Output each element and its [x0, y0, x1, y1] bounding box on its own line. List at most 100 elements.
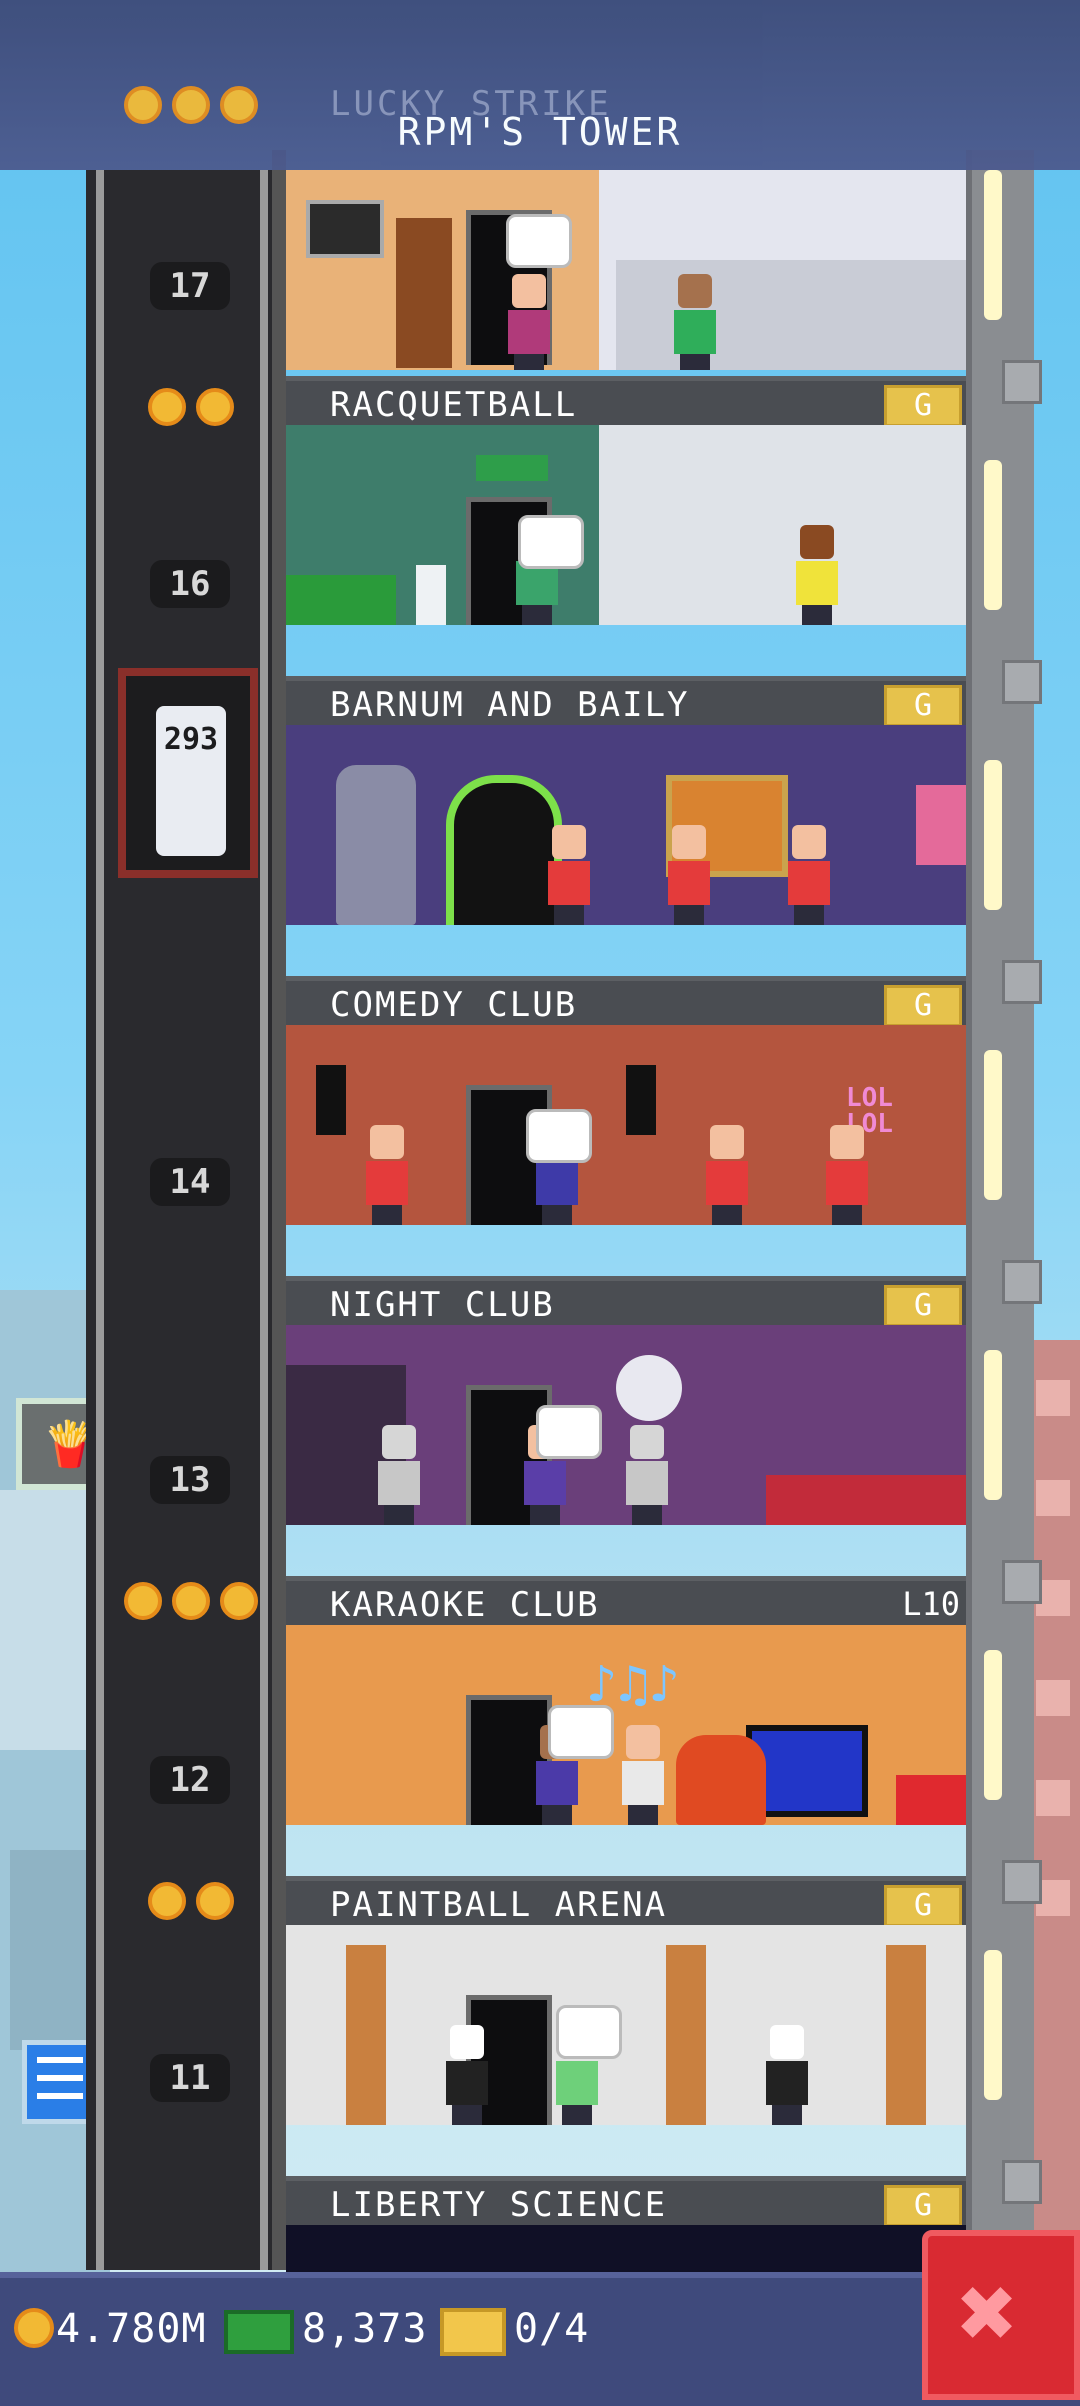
mime[interactable]	[446, 2025, 488, 2125]
floor-number-17: 17	[150, 262, 230, 310]
elevator-display: 293	[163, 722, 219, 757]
room-floor-17[interactable]	[286, 170, 966, 370]
coin-icon	[14, 2308, 54, 2348]
floor-label-paintball-arena[interactable]: PAINTBALL ARENA G	[286, 1876, 966, 1927]
floor-badge: G	[884, 2185, 962, 2227]
tower-light	[984, 760, 1002, 910]
tenant[interactable]	[508, 274, 550, 370]
elevator-car[interactable]: 293	[118, 668, 258, 878]
floor-name: COMEDY CLUB	[330, 985, 578, 1025]
tower-ledge	[1002, 1260, 1042, 1304]
speech-bubble	[518, 515, 584, 569]
floor-label-barnum-and-baily[interactable]: BARNUM AND BAILY G	[286, 676, 966, 727]
tower-wall	[272, 150, 286, 2270]
cash-icon	[224, 2310, 294, 2354]
floor-badge: G	[884, 985, 962, 1027]
floor-name: NIGHT CLUB	[330, 1285, 555, 1325]
water-cooler	[416, 565, 446, 625]
clown[interactable]	[548, 825, 590, 925]
tower-ledge	[1002, 1560, 1042, 1604]
red-armchair	[896, 1775, 966, 1825]
tower-ledge	[1002, 360, 1042, 404]
coin-reward[interactable]	[196, 388, 234, 426]
cash-count: 8,373	[302, 2306, 428, 2352]
floor-number-12: 12	[150, 1756, 230, 1804]
room-floor-14[interactable]: LOL LOL	[286, 1025, 966, 1225]
floor-label-night-club[interactable]: NIGHT CLUB G	[286, 1276, 966, 1327]
clown[interactable]	[706, 1125, 748, 1225]
visitor[interactable]	[674, 274, 716, 370]
floor-number-13: 13	[150, 1456, 230, 1504]
elevator-shaft	[86, 170, 280, 2270]
knight[interactable]	[378, 1425, 420, 1525]
coin-reward[interactable]	[148, 388, 186, 426]
disco-ball	[616, 1355, 682, 1421]
wall-board	[306, 200, 384, 258]
ticket-icon	[440, 2308, 506, 2356]
paint-pillar	[666, 1945, 706, 2125]
close-icon: ✖	[958, 2254, 1019, 2371]
floor-number-16: 16	[150, 560, 230, 608]
shelf	[396, 218, 452, 368]
knight[interactable]	[626, 1425, 668, 1525]
clown[interactable]	[366, 1125, 408, 1225]
room-floor-11[interactable]	[286, 1925, 966, 2125]
status-bar: 4.780M 8,373 0/4	[0, 2272, 1080, 2406]
tickets-count: 0/4	[514, 2306, 590, 2352]
room-floor-12[interactable]: ♪♫♪	[286, 1625, 966, 1825]
tower-ledge	[1002, 2160, 1042, 2204]
paint-pillar	[346, 1945, 386, 2125]
floor-badge: G	[884, 1285, 962, 1327]
floor-label-karaoke-club[interactable]: KARAOKE CLUB L10	[286, 1576, 966, 1625]
floor-label-liberty-science[interactable]: LIBERTY SCIENCE G	[286, 2176, 966, 2227]
coin-reward[interactable]	[124, 1582, 162, 1620]
tower-ledge	[1002, 1860, 1042, 1904]
elephant-statue	[336, 765, 416, 925]
floor-name: KARAOKE CLUB	[330, 1585, 600, 1625]
dinosaur-costume	[676, 1735, 766, 1825]
speech-bubble	[548, 1705, 614, 1759]
room-floor-13[interactable]	[286, 1325, 966, 1525]
tower-header: LUCKY STRIKE RPM'S TOWER	[0, 0, 1080, 170]
tower-ledge	[1002, 660, 1042, 704]
stage-speaker	[316, 1065, 346, 1135]
floor-badge: G	[884, 685, 962, 727]
tower-light	[984, 1950, 1002, 2100]
room-floor-10-partial[interactable]	[286, 2225, 966, 2275]
coin-reward[interactable]	[196, 1882, 234, 1920]
floor-badge: G	[884, 385, 962, 427]
clown[interactable]	[788, 825, 830, 925]
clown[interactable]	[668, 825, 710, 925]
speech-bubble	[536, 1405, 602, 1459]
speech-bubble	[556, 2005, 622, 2059]
stage-speaker	[626, 1065, 656, 1135]
close-button[interactable]: ✖	[922, 2230, 1080, 2400]
shaft-rail-right	[260, 170, 268, 2270]
visitor[interactable]	[622, 1725, 664, 1825]
speech-bubble	[506, 214, 572, 268]
floor-name: PAINTBALL ARENA	[330, 1885, 668, 1925]
arch-doorway	[446, 775, 562, 925]
room-floor-15[interactable]	[286, 725, 966, 925]
clown[interactable]	[826, 1125, 868, 1225]
floor-badge: G	[884, 1885, 962, 1927]
coin-reward[interactable]	[220, 1582, 258, 1620]
coins-count: 4.780M	[56, 2306, 207, 2352]
tower-light	[984, 1350, 1002, 1500]
visitor-horse-mask[interactable]	[796, 525, 838, 625]
floor-level: L10	[902, 1585, 960, 1623]
room-floor-16[interactable]	[286, 425, 966, 625]
velvet-couch	[766, 1475, 966, 1525]
exit-sign	[476, 455, 548, 481]
mime[interactable]	[766, 2025, 808, 2125]
reception-desk	[286, 575, 396, 625]
shaft-rail-left	[96, 170, 104, 2270]
coin-reward[interactable]	[172, 1582, 210, 1620]
floor-number-11: 11	[150, 2054, 230, 2102]
floor-name: RACQUETBALL	[330, 385, 578, 425]
speech-bubble	[526, 1109, 592, 1163]
floor-label-racquetball[interactable]: RACQUETBALL G	[286, 376, 966, 427]
coin-reward[interactable]	[148, 1882, 186, 1920]
floor-label-comedy-club[interactable]: COMEDY CLUB G	[286, 976, 966, 1027]
tower-light	[984, 460, 1002, 610]
